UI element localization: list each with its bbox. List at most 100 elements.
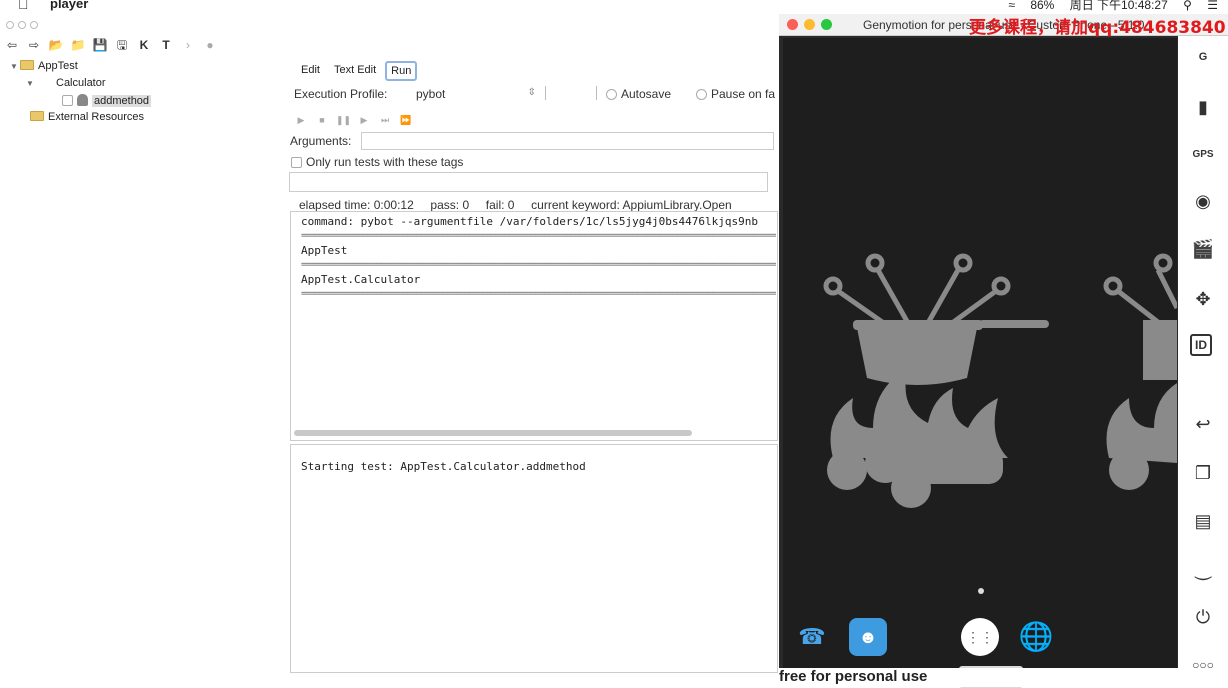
recent-apps-icon[interactable]: ❐	[1190, 460, 1216, 486]
more-icon[interactable]: ○○○	[1190, 652, 1216, 678]
message-log[interactable]: Starting test: AppTest.Calculator.addmet…	[290, 444, 778, 673]
menubar-status: ≈ 86% 周日 下午10:48:27 ⚲ ☰	[996, 0, 1218, 12]
open-folder-icon[interactable]: 📂	[48, 37, 64, 53]
android-screen[interactable]: ☎ ☻ ⋮⋮ 🌐 player	[783, 38, 1180, 688]
emulator-window-controls	[787, 19, 838, 33]
step-over-icon[interactable]: ⏩	[399, 115, 413, 127]
tree-label: addmethod	[92, 95, 152, 107]
arguments-label: Arguments:	[290, 134, 352, 148]
stop-icon[interactable]: ■	[315, 115, 329, 127]
play-icon[interactable]: ›	[180, 37, 196, 53]
apple-icon[interactable]: 	[18, 0, 29, 12]
power-icon[interactable]: ⏻	[1190, 604, 1216, 630]
stop-icon[interactable]: ●	[202, 37, 218, 53]
watermark-text: 更多课程，请加qq:484683840	[969, 18, 1226, 38]
divider	[545, 86, 546, 100]
tree-node-apptest[interactable]: ▼ AppTest	[10, 60, 78, 72]
tab-run[interactable]: Run	[385, 61, 418, 81]
autosave-checkbox[interactable]	[606, 89, 617, 100]
close-window-icon[interactable]	[787, 19, 798, 30]
editor-tabs: Edit Text Edit Run	[296, 61, 418, 81]
log-separator: ========================================…	[301, 289, 776, 299]
id-icon[interactable]: ID	[1190, 334, 1212, 356]
pause-icon[interactable]: ❚❚	[336, 115, 351, 127]
output-log[interactable]: command: pybot --argumentfile /var/folde…	[290, 211, 778, 441]
gps-icon[interactable]: GPS	[1190, 142, 1216, 168]
text-icon[interactable]: T	[158, 37, 174, 53]
profile-value: pybot	[416, 87, 446, 101]
elapsed-time: elapsed time: 0:00:12	[299, 198, 414, 212]
folder-icon	[30, 111, 44, 121]
forward-icon[interactable]: ⇨	[26, 37, 42, 53]
robot-icon	[77, 94, 88, 106]
autosave-toggle[interactable]: Autosave	[606, 87, 671, 101]
menu-bar:  player ≈ 86% 周日 下午10:48:27 ⚲ ☰	[0, 0, 1228, 12]
emulator-sidebar: G ▮ GPS ◉ 🎬 ✥ ID ↩ ❐ ▤ ⏝ ⏻ ○○○	[1178, 36, 1228, 687]
next-icon[interactable]: ⏭	[378, 115, 392, 127]
dpad-icon[interactable]: ✥	[1190, 286, 1216, 312]
tree-label: External Resources	[48, 111, 144, 123]
gapps-icon[interactable]: G	[1190, 44, 1216, 70]
tree-label: AppTest	[38, 60, 78, 72]
app-drawer-icon[interactable]: ⋮⋮	[961, 618, 999, 656]
tree-node-calculator[interactable]: ▼ Calculator	[26, 77, 106, 89]
app-name-menu[interactable]: player	[50, 0, 88, 11]
tab-edit[interactable]: Edit	[296, 61, 325, 81]
fail-count: fail: 0	[485, 198, 515, 212]
pause-toggle[interactable]: Pause on fa	[696, 87, 776, 101]
zoom-window-icon[interactable]	[30, 21, 38, 29]
minimize-window-icon[interactable]	[18, 21, 26, 29]
wifi-icon[interactable]: ≈	[1008, 0, 1015, 12]
save-icon[interactable]: 💾	[92, 37, 108, 53]
home-icon[interactable]: ⏝	[1190, 556, 1216, 582]
divider	[596, 86, 597, 100]
contacts-icon[interactable]: ☻	[849, 618, 887, 656]
only-tags-toggle[interactable]: Only run tests with these tags	[291, 155, 463, 169]
keyword-icon[interactable]: K	[136, 37, 152, 53]
list-icon[interactable]: ☰	[1207, 0, 1218, 12]
folder-icon[interactable]: 📁	[70, 37, 86, 53]
back-icon[interactable]: ⇦	[4, 37, 20, 53]
log-line: command: pybot --argumentfile /var/folde…	[301, 215, 758, 228]
horizontal-scrollbar[interactable]	[294, 430, 692, 436]
only-tags-label: Only run tests with these tags	[306, 155, 464, 169]
testcase-checkbox[interactable]	[62, 95, 73, 106]
toolbar: ⇦ ⇨ 📂 📁 💾 🖫 K T › ●	[4, 36, 218, 54]
browser-icon[interactable]: 🌐	[1017, 618, 1055, 656]
zoom-window-icon[interactable]	[821, 19, 832, 30]
close-window-icon[interactable]	[6, 21, 14, 29]
run-status: elapsed time: 0:00:12 pass: 0 fail: 0 cu…	[299, 198, 732, 212]
only-tags-checkbox[interactable]	[291, 157, 302, 168]
back-icon[interactable]: ↩	[1190, 411, 1216, 437]
menu-icon[interactable]: ▤	[1190, 508, 1216, 534]
execution-profile-select[interactable]: pybot ⇳	[416, 87, 536, 101]
log-separator: ========================================…	[301, 260, 776, 270]
expand-arrow-icon[interactable]: ▼	[26, 79, 36, 88]
minimize-window-icon[interactable]	[804, 19, 815, 30]
pass-count: pass: 0	[430, 198, 470, 212]
tree-node-addmethod[interactable]: addmethod	[62, 94, 152, 107]
camera-icon[interactable]: ◉	[1190, 188, 1216, 214]
continue-icon[interactable]: ▶	[357, 115, 371, 127]
log-line: AppTest	[301, 244, 348, 257]
search-icon[interactable]: ⚲	[1183, 0, 1192, 12]
run-controls: ▶ ■ ❚❚ ▶ ⏭ ⏩	[294, 112, 420, 127]
media-icon[interactable]: 🎬	[1190, 236, 1216, 262]
emulator-window: Genymotion for personal use - Custom Pho…	[779, 14, 1228, 688]
tab-text-edit[interactable]: Text Edit	[329, 61, 381, 81]
phone-icon[interactable]: ☎	[793, 618, 831, 656]
execution-profile-label: Execution Profile:	[294, 87, 388, 101]
tree-node-external-resources[interactable]: External Resources	[30, 111, 144, 123]
start-icon[interactable]: ▶	[294, 115, 308, 127]
save-all-icon[interactable]: 🖫	[114, 37, 130, 53]
clock[interactable]: 周日 下午10:48:27	[1070, 0, 1168, 12]
pause-label: Pause on fa	[711, 87, 776, 101]
emulator-titlebar: Genymotion for personal use - Custom Pho…	[779, 14, 1228, 38]
battery-percent[interactable]: 86%	[1030, 0, 1054, 12]
battery-icon[interactable]: ▮	[1190, 94, 1216, 120]
arguments-input[interactable]	[361, 132, 774, 150]
pause-checkbox[interactable]	[696, 89, 707, 100]
expand-arrow-icon[interactable]: ▼	[10, 62, 20, 71]
window-controls	[6, 18, 42, 32]
tags-input[interactable]	[289, 172, 768, 192]
